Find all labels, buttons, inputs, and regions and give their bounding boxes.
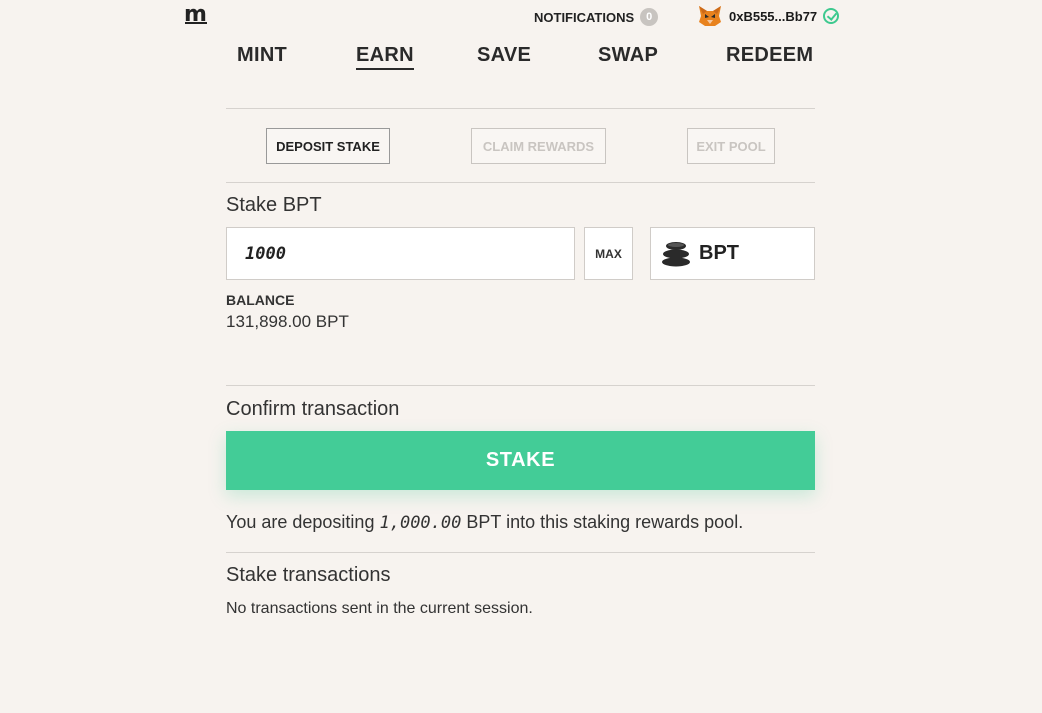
wallet-button[interactable]: 0xB555...Bb77: [697, 4, 840, 28]
metamask-fox-icon: [699, 6, 721, 26]
token-symbol: BPT: [699, 242, 739, 264]
wallet-address: 0xB555...Bb77: [729, 8, 818, 24]
balance-label: BALANCE: [226, 292, 295, 308]
nav-item-mint[interactable]: MINT: [237, 44, 287, 67]
bpt-coins-icon: [662, 241, 690, 266]
deposit-summary-prefix: You are depositing: [226, 512, 375, 532]
tab-exit-pool[interactable]: EXIT POOL: [687, 128, 775, 164]
nav-item-earn[interactable]: EARN: [356, 44, 414, 70]
main-nav: MINT EARN SAVE SWAP REDEEM: [226, 44, 815, 74]
tab-claim-rewards[interactable]: CLAIM REWARDS: [471, 128, 606, 164]
transactions-title: Stake transactions: [226, 564, 391, 586]
balance-value: 131,898.00 BPT: [226, 312, 349, 331]
token-selector[interactable]: BPT: [650, 227, 815, 280]
notifications-count-badge: 0: [640, 8, 659, 26]
notifications-button[interactable]: NOTIFICATIONS 0: [534, 8, 659, 26]
nav-item-redeem[interactable]: REDEEM: [726, 44, 813, 67]
stake-button[interactable]: STAKE: [226, 431, 815, 490]
notifications-label: NOTIFICATIONS: [534, 9, 635, 25]
nav-item-save[interactable]: SAVE: [477, 44, 531, 67]
divider: [226, 385, 815, 386]
confirm-title: Confirm transaction: [226, 398, 400, 420]
amount-input[interactable]: [226, 227, 575, 280]
max-button[interactable]: MAX: [584, 227, 633, 280]
logo-underline: [185, 22, 207, 24]
transactions-empty-text: No transactions sent in the current sess…: [226, 600, 533, 617]
stake-title: Stake BPT: [226, 194, 322, 216]
deposit-amount: 1,000.00: [379, 513, 462, 533]
nav-item-swap[interactable]: SWAP: [598, 44, 658, 67]
tab-deposit-stake[interactable]: DEPOSIT STAKE: [266, 128, 390, 164]
check-circle-icon: [823, 8, 840, 24]
divider: [226, 108, 815, 109]
deposit-summary: You are depositing 1,000.00 BPT into thi…: [226, 512, 743, 533]
divider: [226, 552, 815, 553]
divider: [226, 182, 815, 183]
deposit-summary-suffix: BPT into this staking rewards pool.: [466, 512, 744, 532]
